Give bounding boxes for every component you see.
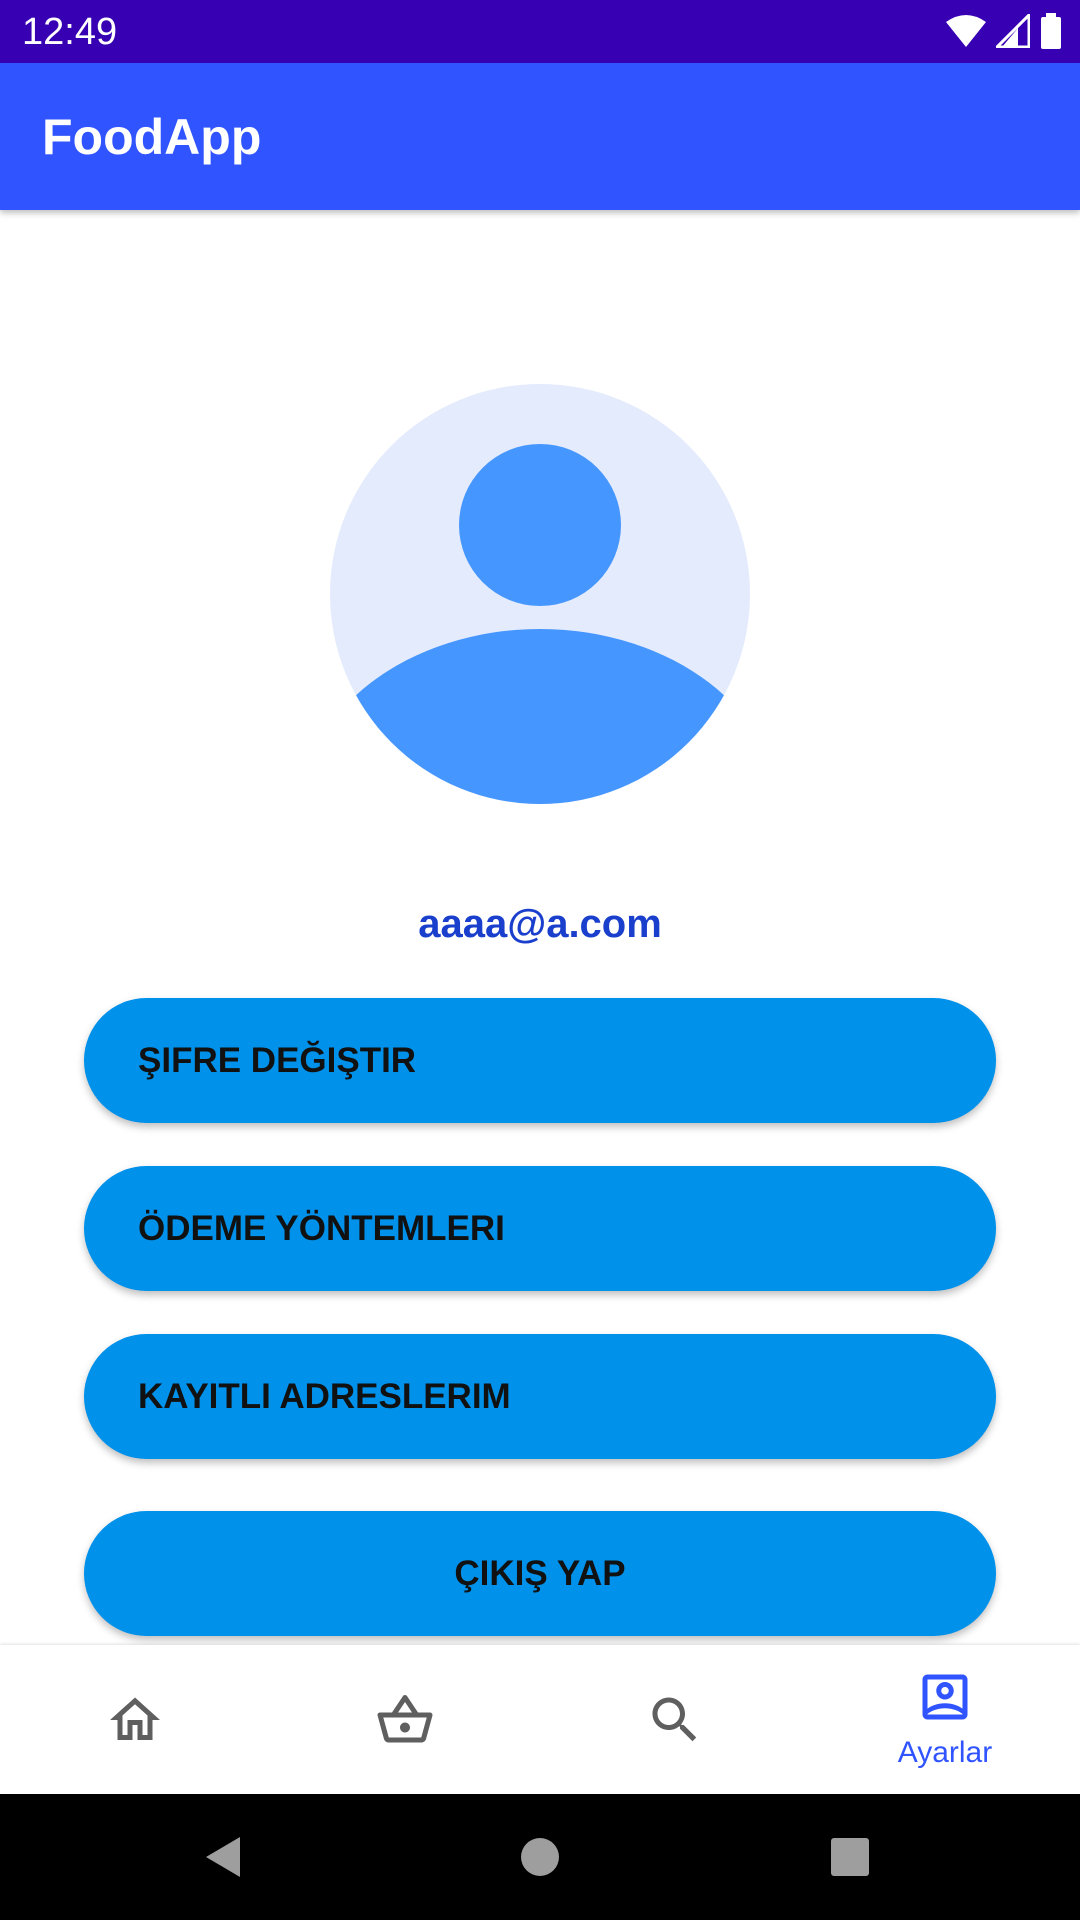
account-circle-icon bbox=[330, 384, 750, 804]
nav-item-home[interactable] bbox=[0, 1645, 270, 1794]
status-bar: 12:49 bbox=[0, 0, 1080, 63]
nav-item-basket[interactable] bbox=[270, 1645, 540, 1794]
cell-signal-icon bbox=[996, 14, 1030, 48]
bottom-navigation: Ayarlar bbox=[0, 1645, 1080, 1794]
home-circle-icon[interactable] bbox=[510, 1827, 570, 1887]
system-navigation-bar bbox=[0, 1794, 1080, 1920]
nav-item-settings[interactable]: Ayarlar bbox=[810, 1645, 1080, 1794]
wifi-icon bbox=[946, 15, 986, 47]
battery-icon bbox=[1041, 13, 1061, 49]
screen: 12:49 FoodApp aaaa@a.com ŞIFRE DEĞIŞTIR … bbox=[0, 0, 1080, 1920]
app-title: FoodApp bbox=[42, 109, 262, 165]
nav-label-settings: Ayarlar bbox=[897, 1736, 993, 1769]
search-icon bbox=[652, 1697, 697, 1742]
saved-addresses-button[interactable]: KAYITLI ADRESLERIM bbox=[84, 1334, 996, 1459]
user-email: aaaa@a.com bbox=[418, 902, 662, 946]
logout-button[interactable]: ÇIKIŞ YAP bbox=[84, 1511, 996, 1636]
status-icons bbox=[946, 12, 1062, 50]
app-bar: FoodApp bbox=[0, 63, 1080, 210]
nav-item-search[interactable] bbox=[540, 1645, 810, 1794]
basket-icon bbox=[377, 1695, 433, 1743]
recents-icon[interactable] bbox=[820, 1827, 880, 1887]
status-time: 12:49 bbox=[22, 11, 118, 53]
home-icon bbox=[110, 1697, 160, 1740]
back-icon[interactable] bbox=[196, 1827, 256, 1887]
payment-methods-button[interactable]: ÖDEME YÖNTEMLERI bbox=[84, 1166, 996, 1291]
account-box-icon bbox=[922, 1674, 968, 1720]
change-password-button[interactable]: ŞIFRE DEĞIŞTIR bbox=[84, 998, 996, 1123]
